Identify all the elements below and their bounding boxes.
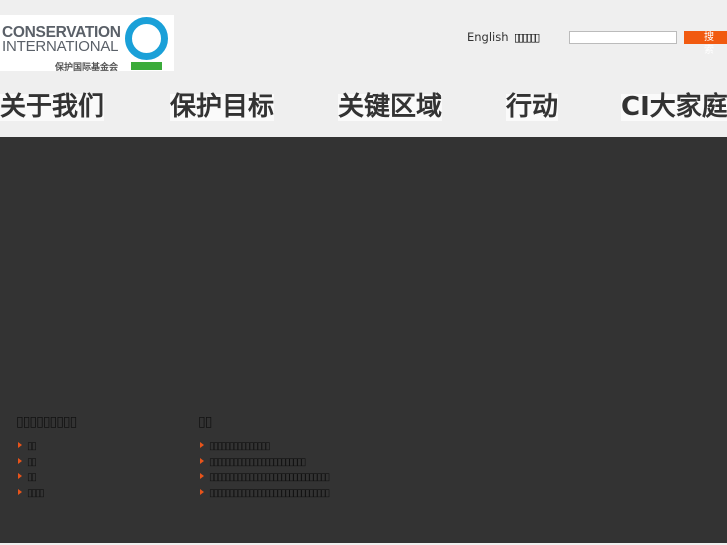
logo[interactable]: CONSERVATION INTERNATIONAL 保护国际基金会: [0, 15, 174, 73]
logo-bar-icon: [131, 62, 162, 70]
footer-col1-list: ▯▯ ▯▯ ▯▯ ▯▯▯▯: [16, 439, 45, 502]
footer-link[interactable]: ▯▯▯▯▯▯▯▯▯▯▯▯▯▯▯: [198, 439, 328, 455]
footer-link[interactable]: ▯▯▯▯▯▯▯▯▯▯▯▯▯▯▯▯▯▯▯▯▯▯▯▯▯▯▯▯▯▯: [198, 470, 330, 486]
nav-goals[interactable]: 保护目标: [170, 94, 275, 121]
footer-link[interactable]: ▯▯: [16, 439, 43, 455]
english-link[interactable]: English: [467, 30, 509, 44]
footer-link[interactable]: ▯▯▯▯: [16, 486, 45, 502]
nav-regions[interactable]: 关键区域: [338, 94, 443, 121]
nav-action[interactable]: 行动: [506, 94, 559, 121]
footer-col1-title: ▯▯▯▯▯▯▯▯▯: [16, 414, 77, 430]
logo-text-line2: INTERNATIONAL: [2, 38, 119, 55]
nav-ci-family[interactable]: CI大家庭: [621, 94, 727, 121]
logo-ring-icon: [125, 17, 168, 60]
search-input[interactable]: [569, 31, 677, 44]
footer-link[interactable]: ▯▯▯▯▯▯▯▯▯▯▯▯▯▯▯▯▯▯▯▯▯▯▯▯▯▯▯▯▯▯: [198, 486, 330, 502]
footer-link[interactable]: ▯▯: [16, 470, 43, 486]
footer-area: ▯▯▯▯▯▯▯▯▯ ▯▯ ▯▯ ▯▯ ▯▯▯▯ ▯▯ ▯▯▯▯▯▯▯▯▯▯▯▯▯…: [0, 137, 727, 543]
footer-col2-list: ▯▯▯▯▯▯▯▯▯▯▯▯▯▯▯ ▯▯▯▯▯▯▯▯▯▯▯▯▯▯▯▯▯▯▯▯▯▯▯▯…: [198, 439, 330, 502]
footer-link[interactable]: ▯▯: [16, 455, 43, 471]
language-link[interactable]: ▯▯▯▯▯▯: [514, 31, 540, 44]
footer-link[interactable]: ▯▯▯▯▯▯▯▯▯▯▯▯▯▯▯▯▯▯▯▯▯▯▯▯: [198, 455, 328, 471]
footer-col2-title: ▯▯: [198, 414, 212, 430]
logo-text-chinese: 保护国际基金会: [55, 63, 119, 73]
nav-about[interactable]: 关于我们: [0, 94, 105, 121]
search-button[interactable]: 搜 索: [684, 31, 727, 56]
